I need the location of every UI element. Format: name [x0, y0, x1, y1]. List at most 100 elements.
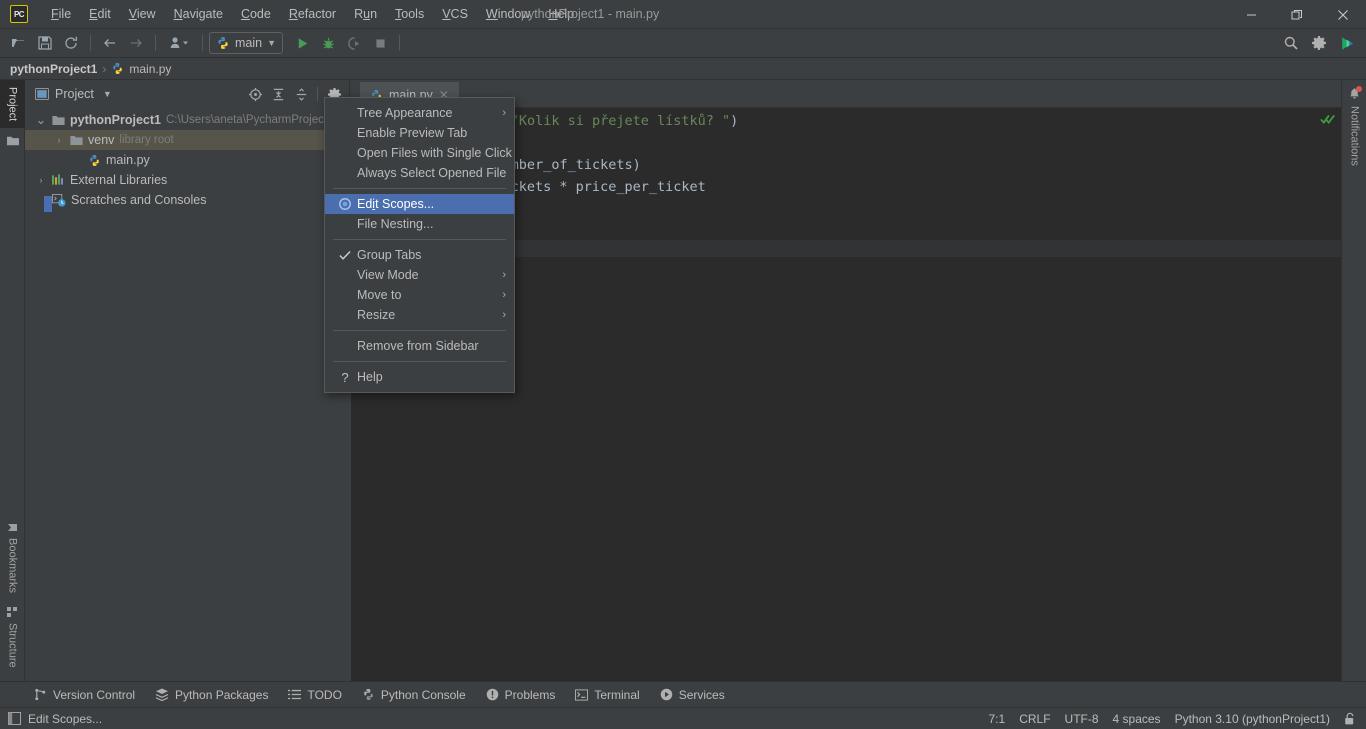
- tree-node-scratches-and-consoles[interactable]: Scratches and Consoles: [25, 190, 349, 210]
- folder-icon: [52, 115, 65, 126]
- tree-node-main-py[interactable]: main.py: [25, 150, 349, 170]
- menu-edit[interactable]: Edit: [80, 3, 120, 25]
- code-text[interactable]: kets = input("Kolik si přejete lístků? "…: [405, 108, 1366, 240]
- forward-arrow-icon[interactable]: [123, 31, 149, 55]
- breadcrumb-separator: ›: [102, 62, 106, 76]
- sidebar-item-bookmarks[interactable]: Bookmarks: [0, 515, 25, 600]
- menu-item-file-nesting[interactable]: File Nesting...: [325, 214, 514, 234]
- menu-item-remove-from-sidebar[interactable]: Remove from Sidebar: [325, 336, 514, 356]
- stop-button[interactable]: [367, 31, 393, 55]
- toolbar-separator: [90, 35, 91, 51]
- tool-window-python-console[interactable]: Python Console: [352, 685, 476, 705]
- indent-setting[interactable]: 4 spaces: [1113, 712, 1161, 726]
- run-configuration-selector[interactable]: main ▼: [209, 32, 283, 54]
- pycharm-logo-icon: PC: [10, 5, 28, 23]
- tool-window-terminal[interactable]: Terminal: [565, 685, 649, 705]
- breadcrumb-file[interactable]: main.py: [129, 62, 171, 76]
- profile-dropdown-icon[interactable]: [162, 31, 196, 55]
- menu-item-resize[interactable]: Resize›: [325, 305, 514, 325]
- menu-item-enable-preview-tab[interactable]: Enable Preview Tab: [325, 123, 514, 143]
- menu-run[interactable]: Run: [345, 3, 386, 25]
- breadcrumb-project[interactable]: pythonProject1: [10, 62, 97, 76]
- tree-twisty-icon[interactable]: ›: [53, 135, 65, 145]
- minimize-icon[interactable]: [1228, 0, 1274, 29]
- project-tree[interactable]: ⌄pythonProject1C:\Users\aneta\PycharmPro…: [25, 108, 349, 210]
- run-button[interactable]: [289, 31, 315, 55]
- expand-all-icon[interactable]: [267, 83, 289, 105]
- menu-vcs[interactable]: VCS: [433, 3, 477, 25]
- title-bar: PC FileEditViewNavigateCodeRefactorRunTo…: [0, 0, 1366, 29]
- main-toolbar: main ▼: [0, 29, 1366, 58]
- save-icon[interactable]: [32, 31, 58, 55]
- tool-window-version-control[interactable]: Version Control: [24, 685, 145, 705]
- collapse-all-icon[interactable]: [290, 83, 312, 105]
- tree-node-pythonproject1[interactable]: ⌄pythonProject1C:\Users\aneta\PycharmPro…: [25, 110, 349, 130]
- select-opened-file-icon[interactable]: [244, 83, 266, 105]
- toolbar-separator-4: [399, 35, 400, 51]
- window-controls: [1228, 0, 1366, 29]
- python-file-icon: [88, 154, 101, 167]
- back-arrow-icon[interactable]: [97, 31, 123, 55]
- menu-item-always-select-opened-file[interactable]: Always Select Opened File: [325, 163, 514, 183]
- tree-twisty-icon[interactable]: ›: [35, 175, 47, 185]
- tree-node-label: External Libraries: [70, 173, 167, 187]
- code-token: "Kolik si přejete lístků? ": [511, 113, 730, 129]
- menu-refactor[interactable]: Refactor: [280, 3, 345, 25]
- packages-icon: [155, 688, 169, 701]
- menu-item-edit-scopes[interactable]: Edit Scopes...: [325, 194, 514, 214]
- status-message: Edit Scopes...: [28, 712, 102, 726]
- file-encoding[interactable]: UTF-8: [1065, 712, 1099, 726]
- open-folder-icon[interactable]: [6, 31, 32, 55]
- tool-window-python-packages[interactable]: Python Packages: [145, 685, 278, 705]
- menu-item-label: Move to: [357, 288, 502, 302]
- status-right-group: 7:1 CRLF UTF-8 4 spaces Python 3.10 (pyt…: [989, 712, 1366, 726]
- tree-node-external-libraries[interactable]: › External Libraries: [25, 170, 349, 190]
- tool-window-problems[interactable]: Problems: [476, 685, 566, 705]
- menu-item-view-mode[interactable]: View Mode›: [325, 265, 514, 285]
- menu-item-group-tabs[interactable]: Group Tabs: [325, 245, 514, 265]
- submenu-chevron-icon: ›: [502, 309, 514, 321]
- menu-navigate[interactable]: Navigate: [165, 3, 232, 25]
- panel-tool-separator: [317, 87, 318, 101]
- project-panel-context-menu[interactable]: Tree Appearance›Enable Preview TabOpen F…: [324, 97, 515, 393]
- menu-tools[interactable]: Tools: [386, 3, 433, 25]
- tree-node-venv[interactable]: ›venvlibrary root: [25, 130, 349, 150]
- restore-icon[interactable]: [1274, 0, 1320, 29]
- line-separator[interactable]: CRLF: [1019, 712, 1050, 726]
- help-question-icon: ?: [333, 370, 357, 385]
- menu-item-move-to[interactable]: Move to›: [325, 285, 514, 305]
- toolbar-separator-2: [155, 35, 156, 51]
- project-icon: [0, 128, 25, 154]
- menu-file[interactable]: File: [42, 3, 80, 25]
- sidebar-item-project[interactable]: Project: [0, 80, 25, 128]
- menu-item-help[interactable]: ?Help: [325, 367, 514, 387]
- sidebar-item-structure[interactable]: Structure: [0, 600, 25, 675]
- gear-icon[interactable]: [1306, 31, 1332, 55]
- sidebar-item-notifications[interactable]: Notifications: [1342, 80, 1366, 166]
- tool-window-icon[interactable]: [8, 712, 21, 725]
- services-icon: [660, 688, 673, 701]
- tree-twisty-icon[interactable]: ⌄: [35, 116, 47, 124]
- menu-code[interactable]: Code: [232, 3, 280, 25]
- menu-item-label: Resize: [357, 308, 502, 322]
- bookmarks-label: Bookmarks: [7, 538, 19, 593]
- unlocked-icon[interactable]: [1344, 712, 1356, 726]
- tool-window-services[interactable]: Services: [650, 685, 735, 705]
- python-interpreter[interactable]: Python 3.10 (pythonProject1): [1175, 712, 1330, 726]
- ide-updates-icon[interactable]: [1334, 31, 1360, 55]
- tool-window-todo[interactable]: TODO: [278, 685, 351, 705]
- run-with-coverage-button[interactable]: [341, 31, 367, 55]
- menu-view[interactable]: View: [120, 3, 165, 25]
- sync-icon[interactable]: [58, 31, 84, 55]
- caret-position[interactable]: 7:1: [989, 712, 1006, 726]
- debug-button[interactable]: [315, 31, 341, 55]
- close-icon[interactable]: [1320, 0, 1366, 29]
- menu-item-tree-appearance[interactable]: Tree Appearance›: [325, 103, 514, 123]
- editor-caret-marker: [44, 196, 52, 212]
- tree-node-label: main.py: [106, 153, 150, 167]
- terminal-icon: [575, 689, 588, 701]
- search-icon[interactable]: [1278, 31, 1304, 55]
- inspections-ok-icon[interactable]: [1320, 112, 1336, 126]
- chevron-down-icon[interactable]: ▼: [103, 89, 112, 99]
- menu-item-open-files-with-single-click[interactable]: Open Files with Single Click: [325, 143, 514, 163]
